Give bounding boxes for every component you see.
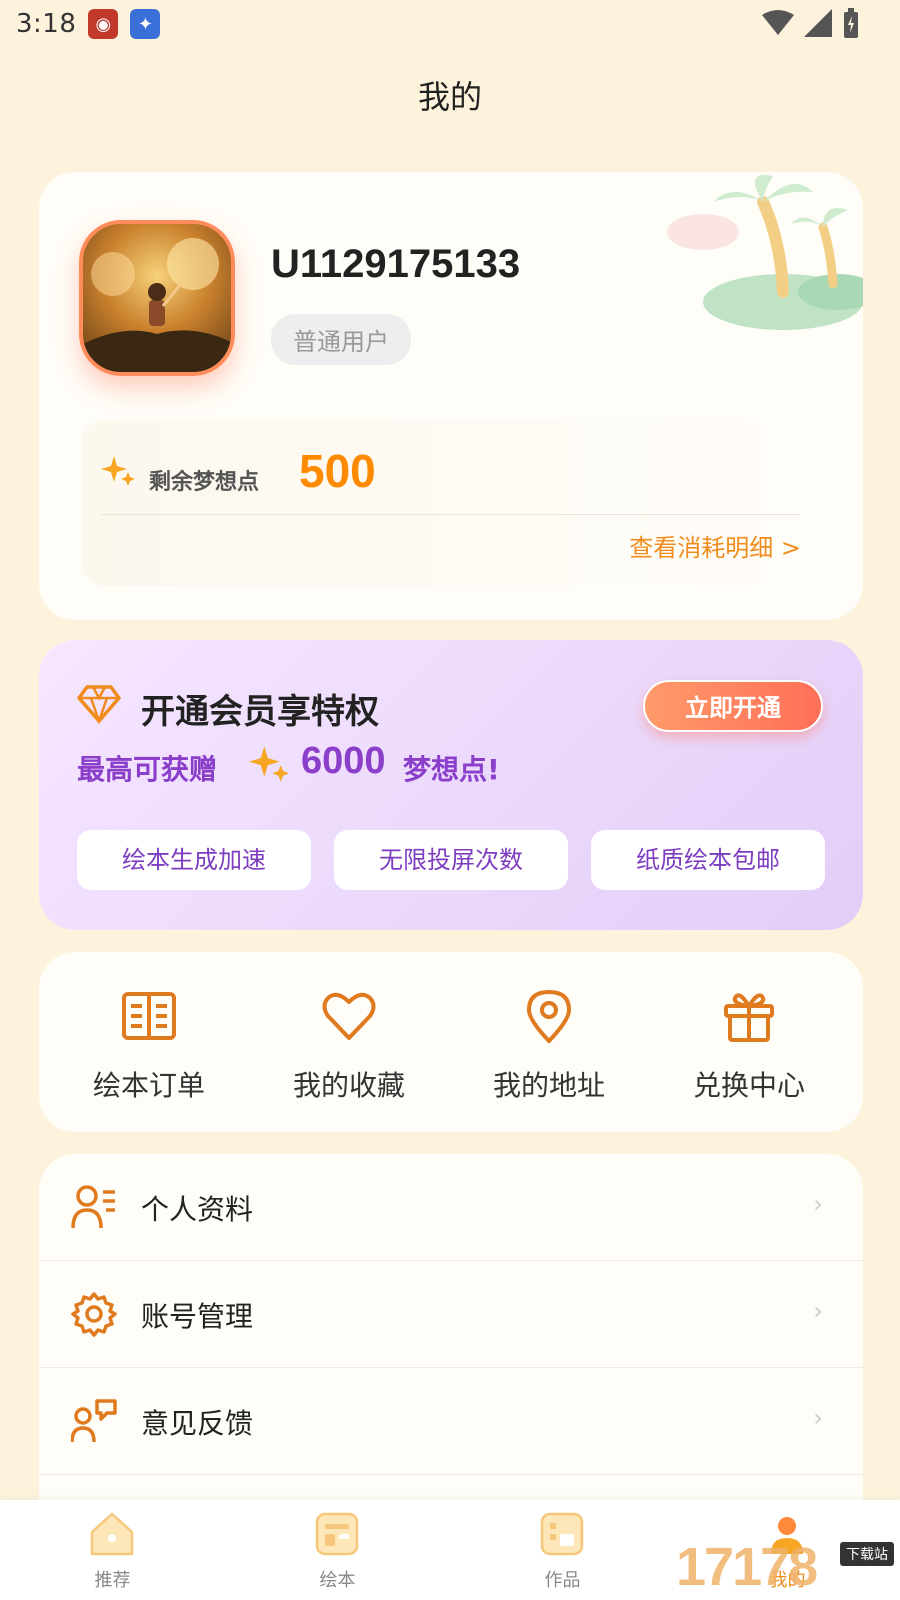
menu-item-profile[interactable]: 个人资料 › [39,1154,863,1260]
page-title: 我的 [417,78,482,116]
menu-item-feedback[interactable]: 意见反馈 › [39,1368,863,1474]
gift-icon [724,993,774,1042]
menu-divider [39,1474,863,1475]
user-type-badge: 普通用户 [271,314,411,365]
wifi-icon [762,10,794,35]
tab-recommend[interactable]: 推荐 [0,1500,225,1600]
watermark-tag: 下载站 [840,1542,894,1566]
status-bar: 3:18 ◉ ✦ [0,0,900,48]
watermark-logo: 17178 [676,1537,818,1597]
tab-label: 绘本 [319,1570,356,1591]
avatar-image [83,238,231,372]
perk-free-shipping: 纸质绘本包邮 [591,830,825,890]
feedback-icon [71,1399,117,1443]
perk-unlimited-cast: 无限投屏次数 [334,830,568,890]
location-icon [527,990,571,1043]
vip-subtitle-suffix: 梦想点! [403,753,500,786]
status-indicators [762,8,860,38]
quick-item-favorites[interactable]: 我的收藏 [249,952,449,1132]
quick-label: 绘本订单 [92,1069,205,1102]
perk-fast-generation: 绘本生成加速 [77,830,311,890]
points-divider [101,514,801,515]
quick-item-redeem[interactable]: 兑换中心 [649,952,849,1132]
menu-label: 意见反馈 [141,1407,254,1440]
profile-icon [71,1185,115,1229]
diamond-icon [77,685,121,724]
sparkle-icon [249,746,289,782]
vip-title: 开通会员享特权 [141,692,379,732]
status-time: 3:18 [16,9,77,39]
tab-works[interactable]: 作品 [450,1500,675,1600]
avatar[interactable] [79,220,235,376]
tab-label: 推荐 [94,1570,131,1591]
quick-label: 兑换中心 [692,1069,805,1102]
chevron-right-icon: › [813,1190,823,1218]
gear-icon [71,1292,117,1337]
vip-card: 开通会员享特权 立即开通 最高可获赠 6000 梦想点! 绘本生成加速 无限投屏… [39,640,863,930]
points-detail-link[interactable]: 查看消耗明细 > [629,528,801,563]
works-icon [540,1512,584,1556]
menu-label: 个人资料 [141,1193,254,1226]
home-icon [90,1512,134,1556]
points-label: 剩余梦想点 [149,470,260,495]
signal-icon [804,9,832,37]
quick-label: 我的收藏 [292,1069,405,1102]
points-value: 500 [299,445,376,497]
weibo-app-icon: ◉ [88,9,119,39]
bird-app-icon: ✦ [130,9,161,39]
sparkle-icon [101,456,135,486]
palm-tree-illustration [667,175,863,330]
quick-item-address[interactable]: 我的地址 [449,952,649,1132]
quick-label: 我的地址 [492,1069,605,1102]
menu-item-account[interactable]: 账号管理 › [39,1261,863,1367]
chevron-right-icon: › [813,1404,823,1432]
chevron-right-icon: › [813,1297,823,1325]
battery-icon [844,8,858,38]
quick-actions-card: 绘本订单 我的收藏 我的地址 兑换中心 [39,952,863,1132]
profile-card: U1129175133 普通用户 剩余梦想点 500 查看消耗明细 > [39,172,863,620]
quick-item-orders[interactable]: 绘本订单 [49,952,249,1132]
vip-activate-button[interactable]: 立即开通 [643,680,823,732]
vip-points-number: 6000 [301,740,386,782]
heart-icon [322,992,376,1040]
tab-picture-books[interactable]: 绘本 [225,1500,450,1600]
tab-label: 作品 [544,1570,581,1591]
menu-label: 账号管理 [141,1300,254,1333]
book-icon [122,992,176,1040]
picture-book-icon [315,1512,359,1556]
vip-subtitle-prefix: 最高可获赠 [77,753,218,786]
username: U1129175133 [271,242,521,286]
